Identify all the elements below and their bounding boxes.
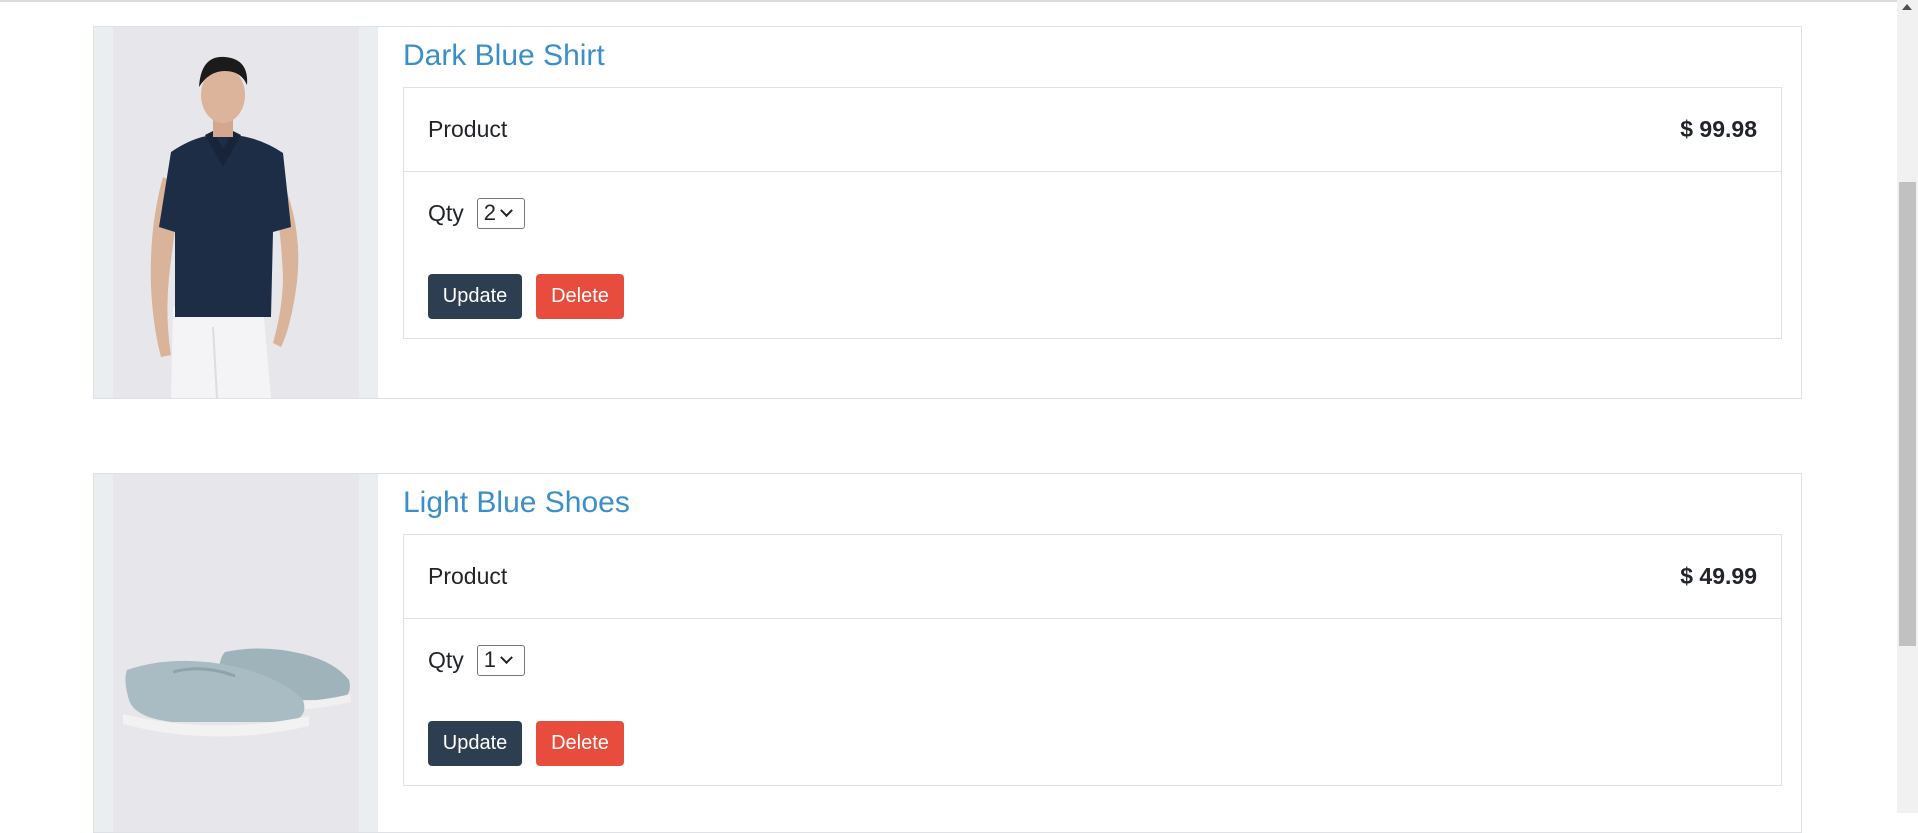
chevron-down-icon <box>500 203 513 217</box>
card-body: Light Blue Shoes Product $ 49.99 Qty 1 U… <box>403 474 1782 786</box>
quantity-actions-row: Qty 2 Update Delete <box>404 172 1781 338</box>
scroll-up-arrow-icon[interactable] <box>1902 4 1912 10</box>
quantity-line: Qty 2 <box>428 197 1757 229</box>
quantity-line: Qty 1 <box>428 644 1757 676</box>
product-price-row: Product $ 99.98 <box>404 88 1781 172</box>
quantity-value: 2 <box>483 200 497 225</box>
delete-button[interactable]: Delete <box>536 274 624 319</box>
top-border <box>0 0 1897 2</box>
product-details-list: Product $ 49.99 Qty 1 Update Delete <box>403 534 1782 786</box>
loafers-image <box>123 648 351 737</box>
cart-item-card: Dark Blue Shirt Product $ 99.98 Qty 2 Up… <box>93 26 1802 399</box>
update-button[interactable]: Update <box>428 274 522 319</box>
quantity-value: 1 <box>483 647 497 672</box>
qty-label: Qty <box>428 646 464 673</box>
product-label: Product <box>428 116 508 142</box>
card-body: Dark Blue Shirt Product $ 99.98 Qty 2 Up… <box>403 27 1782 339</box>
product-image[interactable] <box>94 27 378 398</box>
action-buttons: Update Delete <box>428 274 1757 319</box>
action-buttons: Update Delete <box>428 721 1757 766</box>
delete-button[interactable]: Delete <box>536 721 624 766</box>
product-price: $ 99.98 <box>1680 116 1757 142</box>
product-details-list: Product $ 99.98 Qty 2 Update Delete <box>403 87 1782 339</box>
product-label: Product <box>428 563 508 589</box>
vertical-scrollbar[interactable] <box>1897 0 1918 813</box>
quantity-select[interactable]: 1 <box>476 644 525 676</box>
qty-label: Qty <box>428 199 464 226</box>
product-price-row: Product $ 49.99 <box>404 535 1781 619</box>
chevron-down-icon <box>500 650 513 664</box>
product-price: $ 49.99 <box>1680 563 1757 589</box>
shirt-model-image <box>150 56 299 398</box>
quantity-select[interactable]: 2 <box>476 197 525 229</box>
update-button[interactable]: Update <box>428 721 522 766</box>
product-image[interactable] <box>94 474 378 832</box>
scrollbar-thumb[interactable] <box>1899 182 1916 646</box>
quantity-actions-row: Qty 1 Update Delete <box>404 619 1781 785</box>
cart-item-card: Light Blue Shoes Product $ 49.99 Qty 1 U… <box>93 473 1802 833</box>
product-title-link[interactable]: Light Blue Shoes <box>403 474 1782 522</box>
product-title-link[interactable]: Dark Blue Shirt <box>403 27 1782 75</box>
